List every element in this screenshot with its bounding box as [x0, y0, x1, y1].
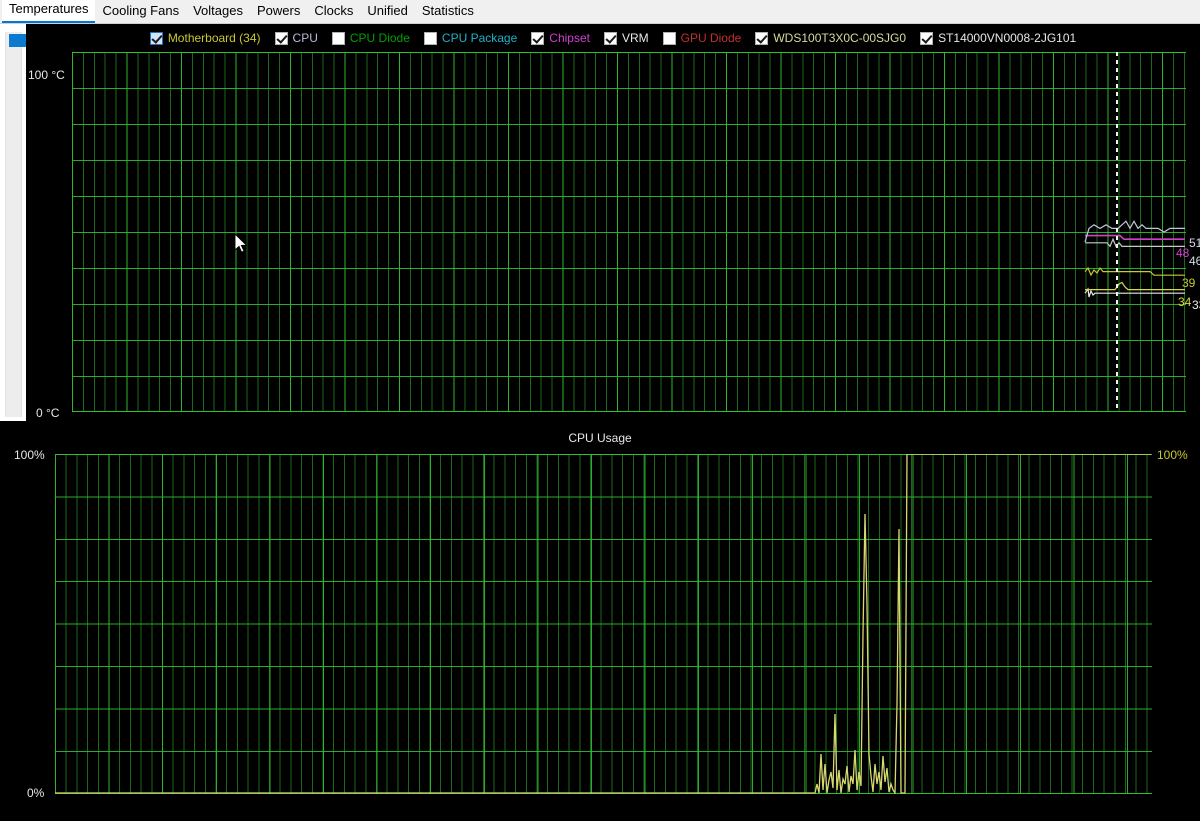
tab-unified[interactable]: Unified [360, 1, 414, 23]
legend-label-vrm: VRM [621, 30, 649, 45]
vrm-temp-readout: 46 [1189, 254, 1200, 268]
legend-label-gpu-diode: GPU Diode [680, 30, 742, 45]
cpu-usage-title: CPU Usage [568, 431, 632, 445]
cpu-usage-plot-area[interactable] [55, 454, 1152, 794]
temp-y-axis-max-label: 100 °C [28, 68, 65, 82]
trace-wds100t3x0c [1085, 281, 1185, 291]
legend-item-motherboard[interactable]: Motherboard (34) [149, 30, 261, 45]
cpu-y-axis-max-right-label: 100% [1157, 448, 1188, 462]
st14000-temp-readout: 33 [1192, 298, 1200, 312]
checkbox-cpu-diode-icon[interactable] [331, 31, 345, 45]
legend-item-cpu-package[interactable]: CPU Package [423, 30, 518, 45]
checkbox-cpu-package-icon[interactable] [423, 31, 437, 45]
cpu-temp-readout: 51 [1189, 236, 1200, 250]
tab-bar: Temperatures Cooling Fans Voltages Power… [0, 0, 1200, 24]
cpu-usage-line [55, 454, 1151, 794]
legend-label-cpu-package: CPU Package [441, 30, 518, 45]
checkbox-gpu-diode-icon[interactable] [662, 31, 676, 45]
temperature-plot-area[interactable] [72, 52, 1186, 412]
tab-voltages[interactable]: Voltages [186, 1, 250, 23]
tab-temperatures[interactable]: Temperatures [2, 0, 96, 23]
temperature-legend: Motherboard (34) CPU CPU Diode CPU Packa… [26, 28, 1200, 48]
legend-label-chipset: Chipset [549, 30, 590, 45]
cpu-y-axis-min-label: 0% [27, 786, 45, 800]
vertical-scrollbar-track[interactable] [5, 32, 31, 417]
tab-clocks[interactable]: Clocks [307, 1, 360, 23]
temperature-traces [1084, 219, 1185, 298]
cpu-usage-trace [55, 454, 1151, 794]
chipset-temp-readout: 48 [1176, 246, 1190, 260]
legend-label-cpu-diode: CPU Diode [349, 30, 410, 45]
motherboard-temp-readout: 39 [1182, 276, 1196, 290]
scrollbar-strip [0, 24, 31, 421]
trace-vrm [1085, 237, 1185, 248]
tab-powers[interactable]: Powers [250, 1, 307, 23]
checkbox-vrm-icon[interactable] [603, 31, 617, 45]
legend-label-motherboard: Motherboard (34) [167, 30, 261, 45]
temperature-cursor-line [1116, 52, 1118, 412]
legend-label-st14000vn0008: ST14000VN0008-2JG101 [938, 30, 1077, 45]
legend-item-cpu[interactable]: CPU [274, 30, 318, 45]
temp-y-axis-min-label: 0 °C [36, 406, 60, 420]
trace-motherboard [1084, 266, 1185, 277]
tab-statistics[interactable]: Statistics [415, 1, 481, 23]
legend-item-st14000vn0008[interactable]: ST14000VN0008-2JG101 [920, 30, 1077, 45]
legend-item-chipset[interactable]: Chipset [531, 30, 590, 45]
cpu-y-axis-max-label: 100% [14, 448, 45, 462]
tab-cooling-fans[interactable]: Cooling Fans [95, 1, 186, 23]
checkbox-st14000vn0008-icon[interactable] [920, 31, 934, 45]
legend-item-gpu-diode[interactable]: GPU Diode [662, 30, 742, 45]
legend-item-vrm[interactable]: VRM [603, 30, 649, 45]
legend-item-wds100t3x0c[interactable]: WDS100T3X0C-00SJG0 [755, 30, 907, 45]
checkbox-wds100t3x0c-icon[interactable] [755, 31, 769, 45]
legend-label-wds100t3x0c: WDS100T3X0C-00SJG0 [773, 30, 907, 45]
legend-label-cpu: CPU [292, 30, 318, 45]
checkbox-chipset-icon[interactable] [531, 31, 545, 45]
mouse-cursor-icon [235, 234, 248, 253]
checkbox-cpu-icon[interactable] [274, 31, 288, 45]
wds-temp-readout: 34 [1178, 295, 1192, 309]
trace-chipset [1085, 234, 1185, 240]
legend-item-cpu-diode[interactable]: CPU Diode [331, 30, 410, 45]
checkbox-motherboard-icon[interactable] [149, 31, 163, 45]
cpu-usage-graph-panel: CPU Usage 100% 0% 100% [0, 421, 1200, 821]
temperatures-graph-panel: Motherboard (34) CPU CPU Diode CPU Packa… [26, 24, 1200, 421]
